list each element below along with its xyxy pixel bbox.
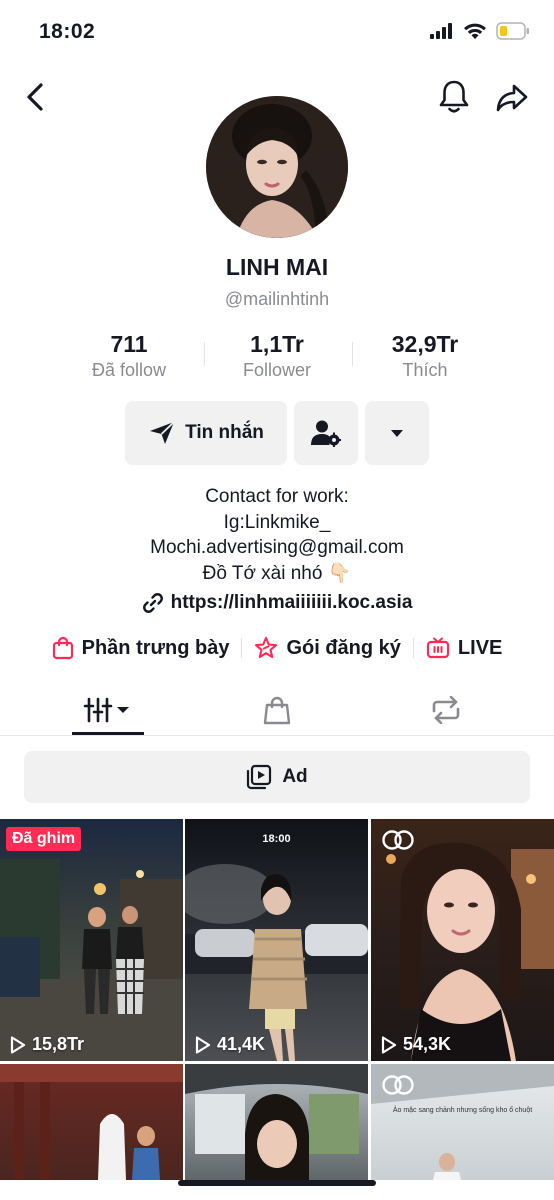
video-caption: Ảo mặc sang chảnh nhưng sống kho ổ chuột xyxy=(392,1107,533,1114)
play-icon xyxy=(10,1035,26,1054)
back-button[interactable] xyxy=(18,80,52,114)
showcase-link[interactable]: Phần trưng bày xyxy=(52,636,230,660)
live-label: LIVE xyxy=(457,636,503,659)
video-tile[interactable]: 54,3K xyxy=(371,819,554,1061)
bio-line: Ig:Linkmike_ xyxy=(223,511,331,533)
more-dropdown-button[interactable] xyxy=(365,401,429,465)
stat-likes[interactable]: 32,9Tr Thích xyxy=(350,330,500,382)
feature-divider xyxy=(412,638,414,658)
user-gear-icon xyxy=(311,420,341,447)
stat-followers-label: Follower xyxy=(242,360,312,380)
pinned-badge: Đã ghim xyxy=(6,827,82,851)
message-button-label: Tin nhắn xyxy=(185,422,264,443)
home-indicator xyxy=(178,1180,376,1186)
tab-shop[interactable] xyxy=(241,684,313,736)
video-thumbnail xyxy=(0,859,183,1061)
play-icon xyxy=(195,1035,211,1054)
video-view-count: 41,4K xyxy=(195,1034,265,1055)
subscription-label: Gói đăng ký xyxy=(286,636,401,659)
bio-link-text: https://linhmaiiiiiii.koc.asia xyxy=(170,592,413,613)
share-arrow-icon xyxy=(496,84,528,112)
video-time-overlay: 18:00 xyxy=(262,833,291,845)
status-icons xyxy=(430,22,530,40)
video-thumbnail xyxy=(185,1064,368,1180)
link-icon xyxy=(142,593,163,613)
stat-likes-value: 32,9Tr xyxy=(391,331,459,357)
ad-playlist-icon xyxy=(247,764,272,790)
view-count-label: 15,8Tr xyxy=(32,1034,85,1054)
bio: Contact for work: Ig:Linkmike_ Mochi.adv… xyxy=(0,484,554,586)
display-name: LINH MAI xyxy=(225,254,329,280)
video-view-count: 54,3K xyxy=(381,1034,451,1055)
video-tile[interactable] xyxy=(185,1064,368,1180)
video-tile[interactable] xyxy=(0,1064,183,1180)
shopping-bag-icon xyxy=(263,696,291,725)
view-count-label: 54,3K xyxy=(403,1034,452,1054)
collab-icon xyxy=(381,1074,415,1101)
bell-icon xyxy=(439,80,469,113)
send-icon xyxy=(150,421,175,444)
repost-icon xyxy=(432,696,460,724)
shopping-bag-icon xyxy=(52,636,73,660)
share-button[interactable] xyxy=(494,80,530,116)
stat-followers[interactable]: 1,1Tr Follower xyxy=(202,330,352,382)
content-tabs xyxy=(0,684,554,736)
video-tile[interactable]: 18:00 41,4K xyxy=(185,819,368,1061)
wifi-icon xyxy=(464,23,486,39)
notification-button[interactable] xyxy=(436,78,472,116)
avatar[interactable] xyxy=(206,96,348,238)
feature-row: Phần trưng bày Gói đăng ký LIVE xyxy=(0,632,554,664)
active-tab-indicator xyxy=(72,732,144,735)
grid-sort-icon xyxy=(83,697,129,723)
profile-stats: 711 Đã follow 1,1Tr Follower 32,9Tr Thíc… xyxy=(0,330,554,382)
ad-label: Ad xyxy=(282,766,308,787)
bio-line: Contact for work: xyxy=(205,486,349,507)
showcase-label: Phần trưng bày xyxy=(81,636,230,659)
stat-following-label: Đã follow xyxy=(91,360,167,380)
star-badge-icon xyxy=(255,636,278,659)
stat-following-value: 711 xyxy=(110,331,148,357)
subscription-link[interactable]: Gói đăng ký xyxy=(254,636,401,660)
message-button[interactable]: Tin nhắn xyxy=(125,401,287,465)
video-view-count: 15,8Tr xyxy=(10,1034,84,1055)
view-count-label: 41,4K xyxy=(217,1034,266,1054)
signal-icon xyxy=(430,23,452,39)
status-time: 18:02 xyxy=(39,20,96,43)
tab-videos[interactable] xyxy=(72,684,144,736)
username: @mailinhtinh xyxy=(224,289,330,309)
stat-following[interactable]: 711 Đã follow xyxy=(54,330,204,382)
play-icon xyxy=(381,1035,397,1054)
live-tv-icon xyxy=(426,637,450,659)
live-link[interactable]: LIVE xyxy=(426,637,502,660)
feature-divider xyxy=(241,638,243,658)
ad-button[interactable]: Ad xyxy=(24,751,530,803)
tab-repost[interactable] xyxy=(410,684,482,736)
status-bar: 18:02 xyxy=(0,0,554,64)
chevron-left-icon xyxy=(27,83,43,111)
bio-line: Mochi.advertising@gmail.com xyxy=(150,537,404,558)
avatar-portrait xyxy=(206,96,348,238)
stat-likes-label: Thích xyxy=(402,360,448,380)
collab-icon xyxy=(381,829,415,856)
bio-line: Đồ Tớ xài nhó 👇🏻 xyxy=(202,562,352,584)
video-tile[interactable]: Ảo mặc sang chảnh nhưng sống kho ổ chuột xyxy=(371,1064,554,1180)
video-thumbnail xyxy=(0,1064,183,1180)
bio-link[interactable]: https://linhmaiiiiiii.koc.asia xyxy=(0,592,554,614)
stat-followers-value: 1,1Tr xyxy=(250,331,304,357)
friend-settings-button[interactable] xyxy=(294,401,358,465)
video-tile[interactable]: Đã ghim 15,8Tr xyxy=(0,819,183,1061)
caret-down-icon xyxy=(391,429,403,437)
video-thumbnail xyxy=(185,864,368,1061)
battery-icon xyxy=(496,22,529,40)
